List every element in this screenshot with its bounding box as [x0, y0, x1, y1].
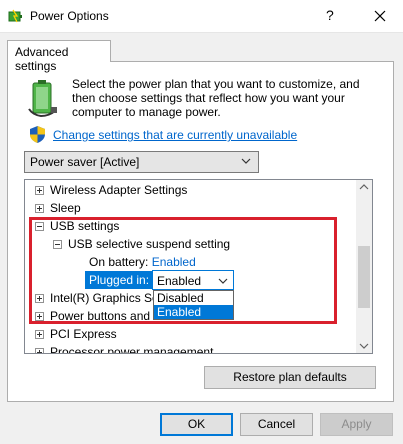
- tab-advanced-settings[interactable]: Advanced settings: [7, 40, 111, 73]
- power-plan-select[interactable]: Power saver [Active]: [24, 151, 259, 173]
- uac-shield-icon: [30, 126, 45, 143]
- expand-icon[interactable]: [35, 312, 44, 321]
- expand-icon[interactable]: [35, 330, 44, 339]
- power-options-icon: [8, 9, 22, 23]
- tree-item-label: Power buttons and li: [50, 309, 159, 323]
- cancel-button[interactable]: Cancel: [240, 413, 313, 436]
- tree-item-label: Intel(R) Graphics Se: [50, 291, 159, 305]
- expand-icon[interactable]: [35, 348, 44, 353]
- battery-plan-icon: [28, 80, 57, 118]
- tree-item-label: Sleep: [50, 201, 81, 215]
- tree-item-label: Processor power management: [50, 345, 214, 354]
- chevron-down-icon: [241, 158, 251, 164]
- tree-scrollbar[interactable]: [356, 180, 372, 353]
- expand-icon[interactable]: [35, 186, 44, 195]
- scroll-thumb[interactable]: [358, 246, 370, 308]
- intro-text: Select the power plan that you want to c…: [72, 77, 360, 119]
- help-button[interactable]: ?: [326, 7, 334, 23]
- collapse-icon[interactable]: [35, 222, 44, 231]
- tree-item-label: USB selective suspend setting: [68, 237, 231, 251]
- expand-icon[interactable]: [35, 294, 44, 303]
- ok-button[interactable]: OK: [160, 413, 233, 436]
- tree-item-label: PCI Express: [50, 327, 117, 341]
- option-disabled[interactable]: Disabled: [154, 291, 233, 305]
- change-settings-link[interactable]: Change settings that are currently unava…: [53, 128, 297, 142]
- title-bar: Power Options ?: [0, 0, 403, 33]
- scroll-up-icon[interactable]: [359, 183, 369, 191]
- plugged-in-select[interactable]: Enabled: [152, 270, 234, 290]
- plugged-in-dropdown: Disabled Enabled: [153, 290, 234, 320]
- tree-item-label: USB settings: [50, 219, 120, 233]
- scroll-down-icon[interactable]: [359, 342, 369, 350]
- settings-tree[interactable]: Wireless Adapter Settings Sleep USB sett…: [24, 179, 373, 354]
- tree-item-label: Wireless Adapter Settings: [50, 183, 188, 197]
- option-enabled[interactable]: Enabled: [154, 305, 233, 319]
- restore-plan-defaults-button[interactable]: Restore plan defaults: [204, 366, 376, 389]
- close-icon[interactable]: [368, 4, 392, 28]
- collapse-icon[interactable]: [53, 240, 62, 249]
- on-battery-label: On battery:: [89, 255, 149, 269]
- apply-button[interactable]: Apply: [320, 413, 393, 436]
- power-plan-value: Power saver [Active]: [30, 155, 140, 169]
- window-title: Power Options: [30, 9, 109, 23]
- chevron-down-icon: [218, 278, 228, 284]
- plugged-in-label: Plugged in:: [85, 271, 154, 289]
- on-battery-setting[interactable]: On battery: Enabled: [89, 254, 196, 271]
- plugged-in-value: Enabled: [157, 274, 202, 288]
- on-battery-value[interactable]: Enabled: [152, 255, 196, 269]
- expand-icon[interactable]: [35, 204, 44, 213]
